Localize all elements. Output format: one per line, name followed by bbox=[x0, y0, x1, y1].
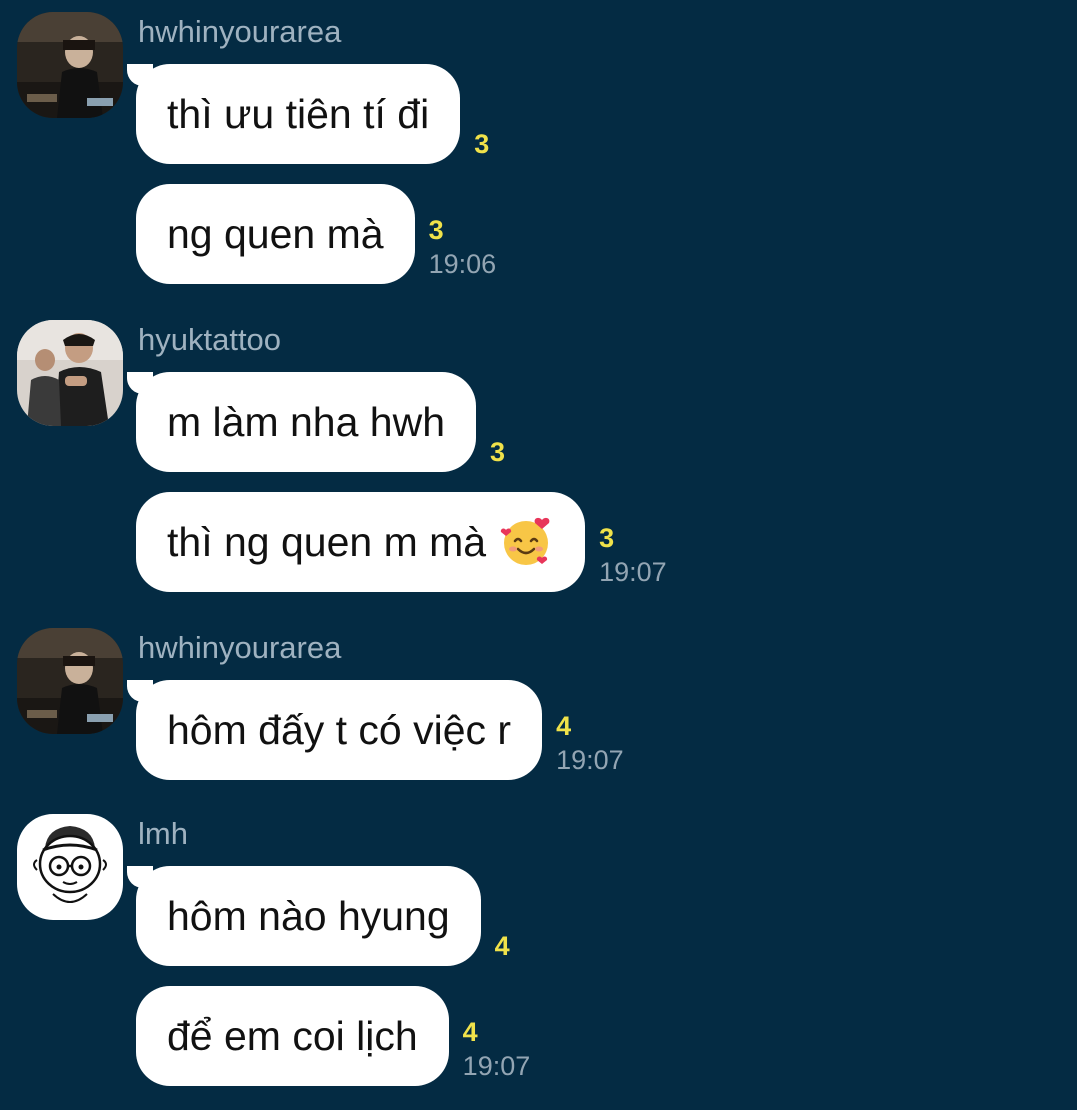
message-bubble[interactable]: để em coi lịch bbox=[136, 986, 449, 1086]
bubble-tail bbox=[127, 372, 153, 394]
unread-count: 3 bbox=[474, 129, 490, 159]
message-row: hôm nào hyung 4 bbox=[127, 866, 510, 966]
sender-name: hwhinyourarea bbox=[138, 630, 342, 665]
unread-count: 4 bbox=[556, 711, 572, 741]
message-meta: 4 19:07 bbox=[556, 709, 624, 780]
message-bubble[interactable]: thì ng quen m mà bbox=[136, 492, 586, 592]
message-row: thì ng quen m mà 3 19:07 bbox=[136, 492, 667, 592]
unread-count: 4 bbox=[494, 931, 510, 961]
message-meta: 3 bbox=[474, 127, 489, 164]
unread-count: 4 bbox=[462, 1017, 478, 1047]
sender-name: lmh bbox=[138, 816, 188, 851]
message-meta: 3 19:06 bbox=[429, 213, 497, 284]
bubble-tail bbox=[127, 866, 153, 888]
message-bubble[interactable]: ng quen mà bbox=[136, 184, 415, 284]
unread-count: 3 bbox=[428, 215, 444, 245]
message-bubble[interactable]: hôm đấy t có việc r bbox=[127, 680, 543, 780]
message-meta: 3 19:07 bbox=[599, 521, 667, 592]
message-row: hôm đấy t có việc r 4 19:07 bbox=[127, 680, 624, 780]
message-text: ng quen mà bbox=[167, 211, 384, 257]
message-bubble[interactable]: hôm nào hyung bbox=[127, 866, 481, 966]
avatar-hwhinyourarea[interactable] bbox=[17, 628, 123, 734]
message-text: hôm nào hyung bbox=[167, 893, 450, 939]
avatar-hwhinyourarea[interactable] bbox=[17, 12, 123, 118]
message-text: để em coi lịch bbox=[167, 1013, 418, 1059]
message-row: m làm nha hwh 3 bbox=[127, 372, 505, 472]
message-timestamp: 19:07 bbox=[556, 745, 624, 775]
message-timestamp: 19:07 bbox=[599, 557, 667, 587]
avatar-lmh[interactable] bbox=[17, 814, 123, 920]
message-row: thì ưu tiên tí đi 3 bbox=[127, 64, 489, 164]
unread-count: 3 bbox=[490, 437, 506, 467]
message-bubble[interactable]: thì ưu tiên tí đi bbox=[127, 64, 461, 164]
unread-count: 3 bbox=[599, 523, 615, 553]
message-text: thì ng quen m mà bbox=[167, 519, 487, 565]
message-row: để em coi lịch 4 19:07 bbox=[136, 986, 530, 1086]
message-text: thì ưu tiên tí đi bbox=[167, 91, 430, 137]
message-meta: 3 bbox=[490, 435, 505, 472]
message-row: ng quen mà 3 19:06 bbox=[136, 184, 496, 284]
message-meta: 4 19:07 bbox=[463, 1015, 531, 1086]
bubble-tail bbox=[127, 64, 153, 86]
message-timestamp: 19:06 bbox=[428, 249, 497, 279]
sender-name: hyuktattoo bbox=[138, 322, 282, 357]
bubble-tail bbox=[127, 680, 153, 702]
sender-name: hwhinyourarea bbox=[138, 14, 342, 49]
avatar-hyuktattoo[interactable] bbox=[17, 320, 123, 426]
smiling-face-with-hearts-icon bbox=[498, 514, 554, 570]
message-timestamp: 19:07 bbox=[462, 1051, 531, 1081]
message-text: hôm đấy t có việc r bbox=[167, 707, 512, 753]
message-meta: 4 bbox=[495, 929, 510, 966]
message-text: m làm nha hwh bbox=[167, 399, 446, 445]
message-bubble[interactable]: m làm nha hwh bbox=[127, 372, 477, 472]
